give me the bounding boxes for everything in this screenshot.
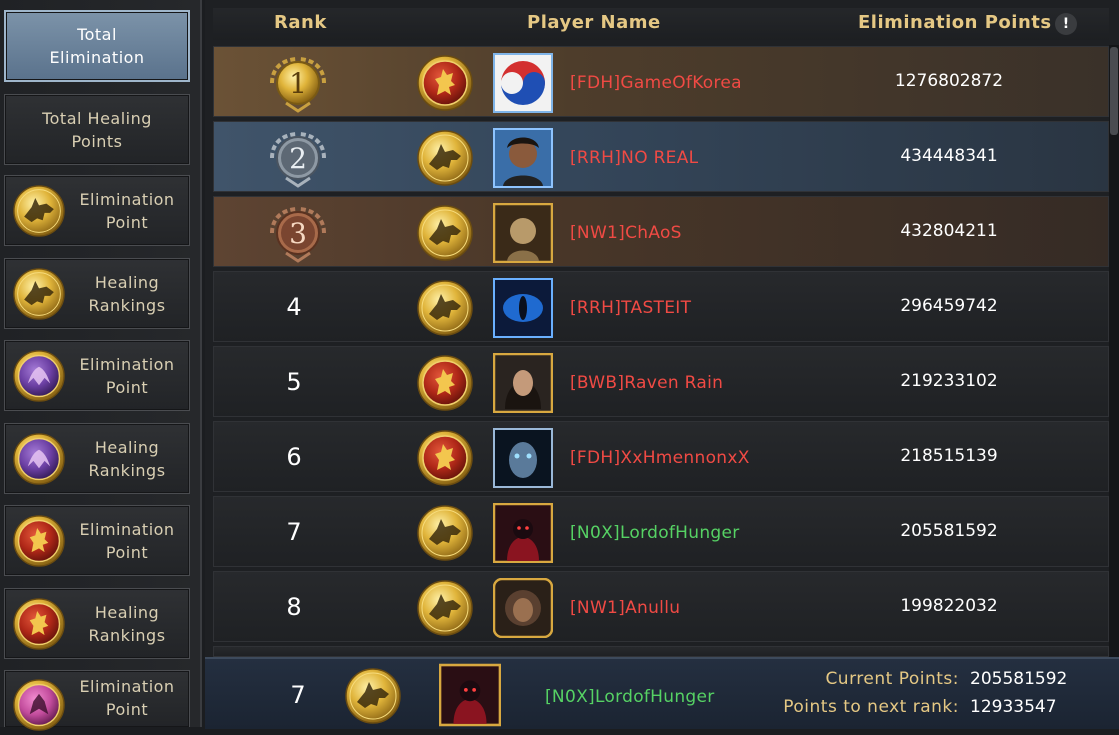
player-avatar[interactable] [493,428,553,488]
silver-rank-medal-icon: 2 [270,132,326,188]
stark-direwolf-icon [13,185,65,237]
elimination-points: 199822032 [900,596,998,616]
stark-direwolf-icon [417,280,473,336]
sidebar-item-total-elimination[interactable]: Total Elimination [4,10,190,82]
player-name[interactable]: [FDH]XxHmennonxX [570,422,750,495]
table-row[interactable]: 2 [RRH]NO REAL 434448341 [213,121,1109,192]
player-avatar[interactable] [493,353,553,413]
table-row[interactable]: 4 [RRH]TASTEIT 296459742 [213,271,1109,342]
player-avatar[interactable] [493,128,553,188]
player-avatar[interactable] [493,578,553,638]
svg-text:1: 1 [289,67,307,100]
stark-direwolf-icon [417,205,473,261]
rank-number: 5 [286,368,302,396]
elimination-points: 434448341 [900,146,998,166]
lannister-lion-icon [13,598,65,650]
player-name[interactable]: [FDH]GameOfKorea [570,47,742,120]
leaderboard-panel: Rank Player Name Elimination Points ! 1 … [205,0,1119,727]
sidebar-item-label: Elimination Point [79,519,175,562]
player-column-header: Player Name [527,12,661,33]
sidebar-item-total-healing[interactable]: Total Healing Points [4,94,190,165]
player-name[interactable]: [BWB]Raven Rain [570,347,723,420]
lannister-lion-icon [417,430,473,486]
elimination-points: 218515139 [900,446,998,466]
table-row[interactable]: 3 [NW1]ChAoS 432804211 [213,196,1109,267]
player-avatar[interactable] [493,503,553,563]
my-player-name[interactable]: [N0X]LordofHunger [545,659,715,735]
targaryen-dragon-icon [13,350,65,402]
table-row[interactable]: 8 [NW1]Anullu 199822032 [213,571,1109,642]
sidebar-item-label: Elimination Point [79,189,175,232]
rank-number: 8 [286,593,302,621]
lannister-lion-icon [13,515,65,567]
table-row[interactable]: 7 [N0X]LordofHunger 205581592 [213,496,1109,567]
elimination-points: 219233102 [900,371,998,391]
current-points-value: 205581592 [970,669,1068,689]
sidebar-item-label: Healing Rankings [88,272,166,315]
points-to-next-rank-value: 12933547 [970,697,1057,717]
my-avatar[interactable] [439,663,501,727]
rank-column-header: Rank [274,12,327,33]
my-ranking-bar: 7 [N0X]LordofHunger Current Points: 2055… [205,657,1119,729]
player-avatar[interactable] [493,203,553,263]
elimination-points: 1276802872 [894,71,1004,91]
targaryen-dragon-icon [13,433,65,485]
lannister-lion-icon [417,355,473,411]
player-name[interactable]: [RRH]TASTEIT [570,272,691,345]
my-rank-number: 7 [290,681,306,709]
stark-direwolf-icon [417,130,473,186]
sidebar-item-label: Healing Rankings [88,602,166,645]
sidebar-item-stark-healing[interactable]: Healing Rankings [4,258,190,329]
sidebar-item-targaryen-healing[interactable]: Healing Rankings [4,423,190,494]
sidebar-item-label: Total Elimination [49,25,145,67]
sidebar-item-targaryen-elimination[interactable]: Elimination Point [4,340,190,411]
sidebar-item-label: Healing Rankings [88,437,166,480]
points-column-header: Elimination Points [858,12,1052,33]
player-name[interactable]: [RRH]NO REAL [570,122,698,195]
elimination-points: 205581592 [900,521,998,541]
points-to-next-rank-label: Points to next rank: [783,697,959,717]
current-points-label: Current Points: [825,669,959,689]
table-row[interactable]: 6 [FDH]XxHmennonxX 218515139 [213,421,1109,492]
scrollbar-thumb[interactable] [1110,47,1118,135]
table-row[interactable]: 5 [BWB]Raven Rain 219233102 [213,346,1109,417]
table-row[interactable] [213,646,1109,657]
player-avatar[interactable] [493,53,553,113]
pink-sigil-icon [13,679,65,731]
sidebar-item-lannister-elimination[interactable]: Elimination Point [4,505,190,576]
sidebar-item-label: Elimination Point [79,677,175,719]
rank-number: 7 [286,518,302,546]
sidebar-item-stark-elimination[interactable]: Elimination Point [4,175,190,246]
stark-direwolf-icon [417,580,473,636]
lannister-lion-icon [417,55,473,111]
player-avatar[interactable] [493,278,553,338]
info-icon[interactable]: ! [1055,13,1077,35]
table-row[interactable]: 1 [FDH]GameOfKorea 1276802872 [213,46,1109,117]
category-sidebar: Total Elimination Total Healing Points Eli… [0,0,202,727]
sidebar-item-pink-elimination[interactable]: Elimination Point [4,670,190,727]
player-name[interactable]: [N0X]LordofHunger [570,497,740,570]
elimination-points: 432804211 [900,221,998,241]
sidebar-item-lannister-healing[interactable]: Healing Rankings [4,588,190,659]
bronze-rank-medal-icon: 3 [270,207,326,263]
elimination-points: 296459742 [900,296,998,316]
rank-number: 6 [286,443,302,471]
player-name[interactable]: [NW1]ChAoS [570,197,682,270]
table-header: Rank Player Name Elimination Points ! [213,8,1109,40]
sidebar-item-label: Total Healing Points [42,108,152,151]
rank-number: 4 [286,293,302,321]
stark-direwolf-icon [13,268,65,320]
stark-direwolf-icon [417,505,473,561]
gold-rank-medal-icon: 1 [270,57,326,113]
table-scrollbar[interactable] [1109,45,1119,657]
sidebar-item-label: Elimination Point [79,354,175,397]
player-name[interactable]: [NW1]Anullu [570,572,680,645]
svg-text:3: 3 [289,217,307,250]
stark-direwolf-icon [345,668,401,724]
svg-text:2: 2 [289,142,307,175]
